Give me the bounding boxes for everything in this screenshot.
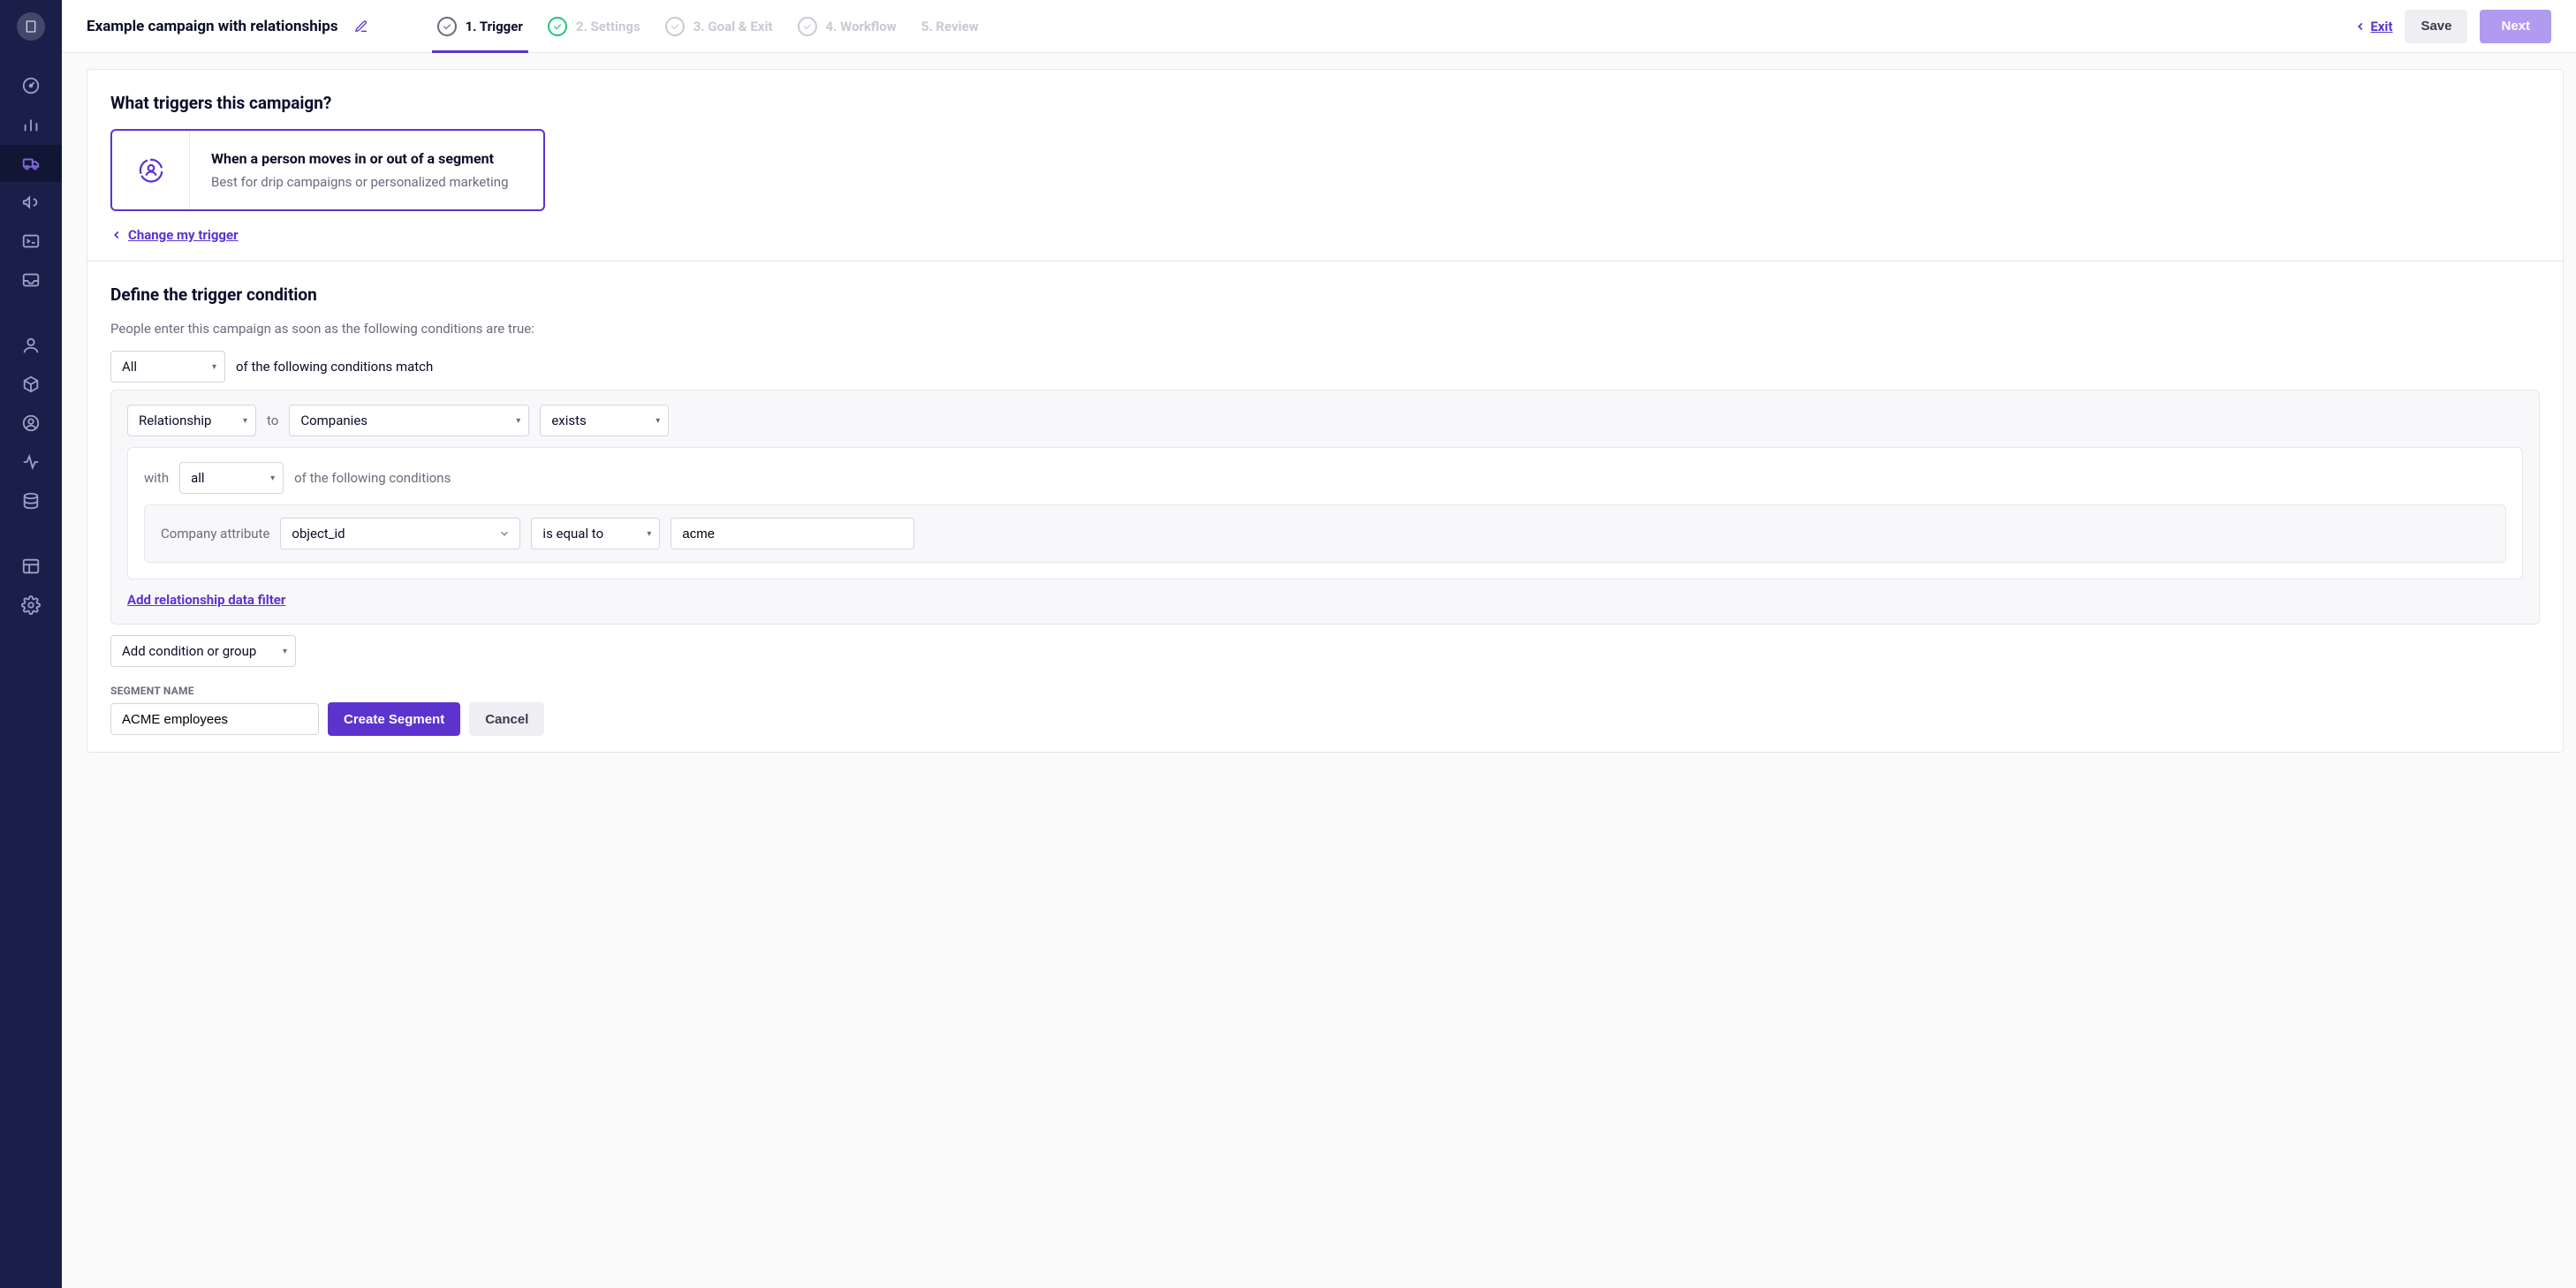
to-label: to xyxy=(267,413,278,428)
chevron-down-icon xyxy=(498,527,511,540)
gauge-icon xyxy=(21,76,41,95)
nav-dashboard[interactable] xyxy=(0,67,62,104)
relationship-object-select[interactable]: Companies xyxy=(289,405,529,436)
step-workflow[interactable]: 4. Workflow xyxy=(798,0,897,53)
segment-name-input[interactable] xyxy=(110,703,319,735)
nav-transactional[interactable] xyxy=(0,223,62,260)
step-settings[interactable]: 2. Settings xyxy=(548,0,640,53)
layout-icon xyxy=(21,557,41,576)
person-circle-icon xyxy=(21,413,41,433)
gear-icon xyxy=(21,595,41,615)
workspace-switcher[interactable] xyxy=(17,12,45,41)
attribute-field-select[interactable]: object_id xyxy=(280,518,520,549)
add-condition-select[interactable]: Add condition or group xyxy=(110,635,296,667)
nav-campaigns[interactable] xyxy=(0,145,62,182)
attribute-row: Company attribute object_id is equal to xyxy=(144,504,2506,563)
nav-broadcasts[interactable] xyxy=(0,184,62,221)
pencil-icon xyxy=(354,19,368,34)
relationship-exists-select[interactable]: exists xyxy=(540,405,669,436)
next-button[interactable]: Next xyxy=(2480,10,2551,43)
nav-deliveries[interactable] xyxy=(0,261,62,299)
segment-person-icon xyxy=(138,157,164,184)
person-icon xyxy=(21,336,41,355)
trigger-heading: What triggers this campaign? xyxy=(110,93,2540,113)
condition-type-select[interactable]: Relationship xyxy=(127,405,256,436)
nav-people[interactable] xyxy=(0,327,62,364)
wizard-steps: 1. Trigger 2. Settings 3. Goal & Exit 4.… xyxy=(437,0,979,53)
save-button[interactable]: Save xyxy=(2405,10,2467,43)
nav-data[interactable] xyxy=(0,482,62,519)
building-icon xyxy=(24,19,38,34)
activity-icon xyxy=(21,452,41,472)
nav-segments[interactable] xyxy=(0,405,62,442)
cube-icon xyxy=(21,375,41,394)
add-relationship-filter-link[interactable]: Add relationship data filter xyxy=(127,592,285,608)
attribute-operator-select[interactable]: is equal to xyxy=(531,518,660,549)
terminal-icon xyxy=(21,231,41,251)
cancel-button[interactable]: Cancel xyxy=(469,702,544,736)
step-goal-exit[interactable]: 3. Goal & Exit xyxy=(665,0,773,53)
database-icon xyxy=(21,491,41,511)
match-suffix: of the following conditions match xyxy=(236,359,433,375)
nav-settings[interactable] xyxy=(0,587,62,624)
bar-chart-icon xyxy=(21,115,41,134)
delivery-icon xyxy=(21,154,41,173)
condition-group: Relationship to Companies exists with al… xyxy=(110,390,2540,625)
step-trigger[interactable]: 1. Trigger xyxy=(437,0,523,53)
header: Example campaign with relationships 1. T… xyxy=(62,0,2576,53)
segment-name-label: SEGMENT NAME xyxy=(110,685,2540,697)
chevron-left-icon xyxy=(110,229,123,241)
exit-link[interactable]: Exit xyxy=(2354,19,2392,34)
with-label: with xyxy=(144,470,169,486)
nav-activity[interactable] xyxy=(0,443,62,481)
edit-title-button[interactable] xyxy=(354,19,368,34)
trigger-card: When a person moves in or out of a segme… xyxy=(110,129,545,211)
chevron-left-icon xyxy=(2354,20,2367,33)
match-type-select[interactable]: All xyxy=(110,351,225,383)
with-group: with all of the following conditions Com… xyxy=(127,447,2523,580)
condition-heading: Define the trigger condition xyxy=(110,284,2540,305)
trigger-card-title: When a person moves in or out of a segme… xyxy=(211,150,509,167)
main-panel: What triggers this campaign? When a pers… xyxy=(87,69,2564,753)
condition-desc: People enter this campaign as soon as th… xyxy=(110,321,2540,337)
nav-objects[interactable] xyxy=(0,366,62,403)
megaphone-icon xyxy=(21,193,41,212)
inbox-icon xyxy=(21,270,41,290)
nav-content[interactable] xyxy=(0,548,62,585)
sidebar xyxy=(0,0,62,1288)
nav-analytics[interactable] xyxy=(0,106,62,143)
with-suffix: of the following conditions xyxy=(294,470,451,486)
create-segment-button[interactable]: Create Segment xyxy=(328,702,460,736)
step-review[interactable]: 5. Review xyxy=(921,0,979,53)
attr-label: Company attribute xyxy=(161,526,269,542)
campaign-title: Example campaign with relationships xyxy=(87,18,338,35)
trigger-card-desc: Best for drip campaigns or personalized … xyxy=(211,174,509,190)
attribute-value-input[interactable] xyxy=(671,518,914,549)
change-trigger-link[interactable]: Change my trigger xyxy=(110,227,239,243)
with-all-select[interactable]: all xyxy=(179,462,284,494)
